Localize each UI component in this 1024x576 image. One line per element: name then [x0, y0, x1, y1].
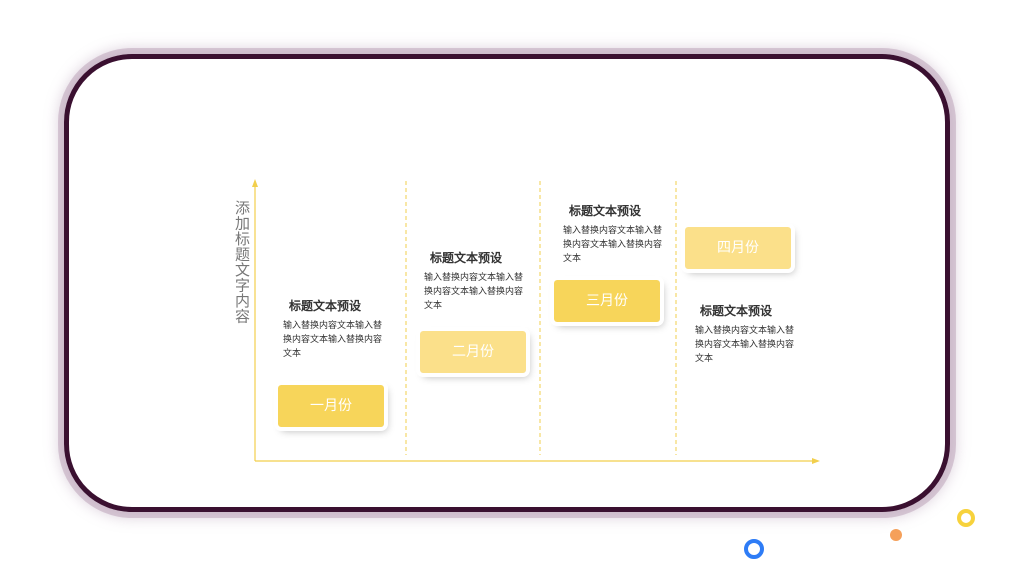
step-3-body: 输入替换内容文本输入替换内容文本输入替换内容文本: [563, 226, 663, 264]
step-3-card: 三月份: [550, 276, 664, 326]
y-axis-arrow: [252, 179, 258, 187]
step-1-body: 输入替换内容文本输入替换内容文本输入替换内容文本: [283, 321, 383, 359]
slide-canvas: 添加标题文字内容 标题文本预设 输入替换内容文本输入替换内容文本输入替换内容文本…: [0, 0, 1024, 576]
step-3-title: 标题文本预设: [569, 204, 642, 218]
blue-ring-icon: [744, 539, 764, 559]
step-4-card: 四月份: [681, 223, 795, 273]
step-1-title: 标题文本预设: [289, 299, 362, 313]
orange-dot-icon: [890, 529, 902, 541]
x-axis-arrow: [812, 458, 820, 464]
step-4-title: 标题文本预设: [700, 304, 773, 318]
step-4-body: 输入替换内容文本输入替换内容文本输入替换内容文本: [695, 326, 795, 364]
step-2-title: 标题文本预设: [430, 251, 503, 265]
step-2-card: 二月份: [416, 327, 530, 377]
step-2-body: 输入替换内容文本输入替换内容文本输入替换内容文本: [424, 273, 524, 311]
step-1-card: 一月份: [274, 381, 388, 431]
yellow-ring-icon: [957, 509, 975, 527]
